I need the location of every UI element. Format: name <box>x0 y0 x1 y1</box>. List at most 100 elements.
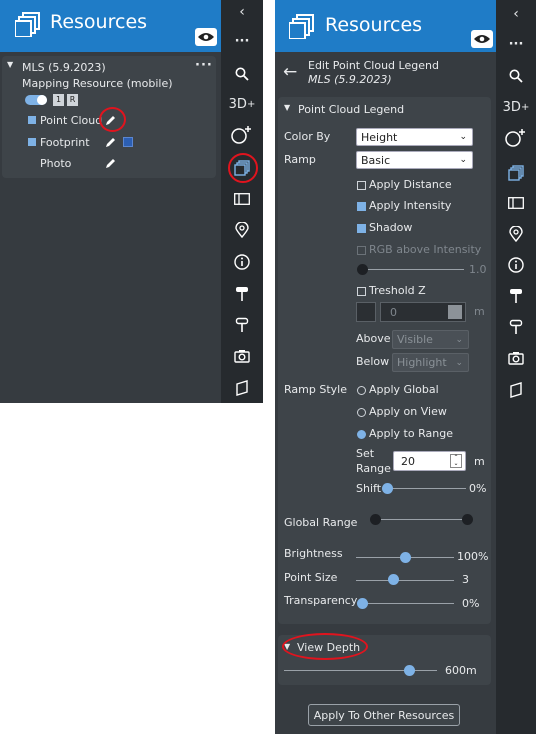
map-icon[interactable] <box>221 377 263 399</box>
brightness-slider-knob[interactable] <box>400 552 411 563</box>
footprint-color-swatch[interactable] <box>123 137 133 147</box>
more-icon[interactable]: ··· <box>496 36 536 52</box>
back-arrow-icon[interactable]: ← <box>283 62 297 82</box>
search-icon[interactable] <box>496 66 536 86</box>
marker-outline-icon[interactable] <box>221 314 263 336</box>
resource-visibility-toggle[interactable] <box>25 95 47 105</box>
apply-intensity-checkbox[interactable] <box>357 201 366 211</box>
collapse-chevron-icon[interactable]: ‹ <box>496 4 536 24</box>
radio-apply-global[interactable] <box>357 385 366 395</box>
radio-apply-on-view[interactable] <box>357 407 366 417</box>
set-range-label-line1: Set <box>356 447 375 460</box>
global-range-label: Global Range <box>284 516 358 529</box>
3d-add-icon[interactable]: 3D + <box>221 93 263 115</box>
edit-pencil-icon[interactable] <box>105 157 117 169</box>
search-icon[interactable] <box>221 64 263 84</box>
location-pin-icon[interactable] <box>496 223 536 245</box>
apply-to-other-resources-button[interactable]: Apply To Other Resources <box>308 704 460 726</box>
resource-name: MLS (5.9.2023) <box>22 61 106 74</box>
treshold-z-checkbox[interactable] <box>357 286 366 296</box>
radio-apply-to-range[interactable] <box>357 429 366 439</box>
rgb-slider-track[interactable] <box>362 269 464 270</box>
resources-layers-icon[interactable] <box>496 162 536 184</box>
apply-global-label: Apply Global <box>369 383 439 396</box>
apply-on-view-label: Apply on View <box>369 405 447 418</box>
shift-slider-track[interactable] <box>386 488 466 489</box>
more-icon[interactable]: ··· <box>221 33 263 49</box>
set-range-label-line2: Range <box>356 462 391 475</box>
marker-filled-icon[interactable] <box>496 285 536 307</box>
transparency-slider-knob[interactable] <box>357 598 368 609</box>
shadow-option[interactable]: Shadow <box>357 221 412 234</box>
chevron-down-icon: ⌄ <box>459 132 467 142</box>
visibility-toggle-button[interactable] <box>195 28 217 46</box>
point-size-value: 3 <box>462 573 469 586</box>
ramp-select[interactable]: Basic ⌄ <box>356 151 473 169</box>
info-icon[interactable] <box>221 251 263 273</box>
rgb-above-intensity-option: RGB above Intensity <box>357 243 481 256</box>
point-size-slider-track[interactable] <box>356 580 454 581</box>
global-range-max-knob[interactable] <box>462 514 473 525</box>
treshold-input[interactable]: 0 <box>380 302 466 322</box>
point-cloud-checkbox[interactable] <box>28 116 36 124</box>
visibility-toggle-button[interactable] <box>471 30 493 48</box>
collapse-arrow-icon[interactable]: ▼ <box>7 60 13 69</box>
global-range-min-knob[interactable] <box>370 514 381 525</box>
set-range-unit: m <box>474 455 485 468</box>
brightness-value: 100% <box>457 550 489 563</box>
split-view-icon[interactable] <box>221 189 263 209</box>
shift-label: Shift <box>356 482 382 495</box>
camera-icon[interactable] <box>221 345 263 367</box>
camera-icon[interactable] <box>496 347 536 369</box>
apply-distance-option[interactable]: Apply Distance <box>357 178 452 191</box>
rgb-above-intensity-checkbox <box>357 245 366 255</box>
apply-distance-checkbox[interactable] <box>357 180 366 190</box>
circle-add-icon[interactable] <box>496 127 536 149</box>
map-icon[interactable] <box>496 379 536 401</box>
chevron-down-icon: ⌄ <box>459 155 467 165</box>
ramp-style-apply-on-view[interactable]: Apply on View <box>357 405 447 418</box>
ramp-style-apply-to-range[interactable]: Apply to Range <box>357 427 453 440</box>
footprint-checkbox[interactable] <box>28 138 36 146</box>
edit-pencil-icon[interactable] <box>105 136 117 148</box>
split-view-icon[interactable] <box>496 193 536 213</box>
ramp-label: Ramp <box>284 153 316 166</box>
rgb-slider-knob[interactable] <box>357 264 368 275</box>
legend-collapse-arrow-icon[interactable]: ▼ <box>284 103 290 112</box>
treshold-z-option[interactable]: Treshold Z <box>357 284 426 297</box>
page-title: Resources <box>50 11 148 33</box>
apply-intensity-option[interactable]: Apply Intensity <box>357 199 451 212</box>
eye-icon <box>474 35 490 43</box>
3d-label: 3D <box>228 96 247 112</box>
info-icon[interactable] <box>496 254 536 276</box>
marker-outline-icon[interactable] <box>496 316 536 338</box>
3d-add-icon[interactable]: 3D + <box>496 96 536 118</box>
circle-add-icon[interactable] <box>221 124 263 146</box>
point-size-slider-knob[interactable] <box>388 574 399 585</box>
rgb-slider-value: 1.0 <box>469 263 487 276</box>
treshold-input-value: 0 <box>390 306 397 319</box>
color-by-select[interactable]: Height ⌄ <box>356 128 473 146</box>
shift-slider-knob[interactable] <box>382 483 393 494</box>
right-tool-rail: ‹ ··· 3D + <box>496 0 536 734</box>
color-by-label: Color By <box>284 130 331 143</box>
treshold-color-box[interactable] <box>356 302 376 322</box>
point-cloud-label: Point Cloud <box>40 114 103 127</box>
location-pin-icon[interactable] <box>221 219 263 241</box>
set-range-input[interactable]: 20 ⌃ ⌄ <box>393 451 466 471</box>
treshold-stepper[interactable] <box>448 305 462 319</box>
above-label: Above <box>356 332 391 345</box>
transparency-slider-track[interactable] <box>362 603 454 604</box>
global-range-track[interactable] <box>374 519 468 520</box>
marker-filled-icon[interactable] <box>221 283 263 305</box>
above-value: Visible <box>397 333 433 346</box>
shadow-checkbox[interactable] <box>357 223 366 233</box>
resource-subtitle: Mapping Resource (mobile) <box>22 77 173 90</box>
annotation-ellipse-view-depth <box>282 633 368 660</box>
collapse-chevron-icon[interactable]: ‹ <box>221 2 263 22</box>
view-depth-slider-knob[interactable] <box>404 665 415 676</box>
ramp-style-apply-global[interactable]: Apply Global <box>357 383 439 396</box>
more-icon[interactable]: ··· <box>195 58 213 73</box>
set-range-stepper[interactable]: ⌃ ⌄ <box>450 454 462 468</box>
badge-1: 1 <box>53 94 64 106</box>
